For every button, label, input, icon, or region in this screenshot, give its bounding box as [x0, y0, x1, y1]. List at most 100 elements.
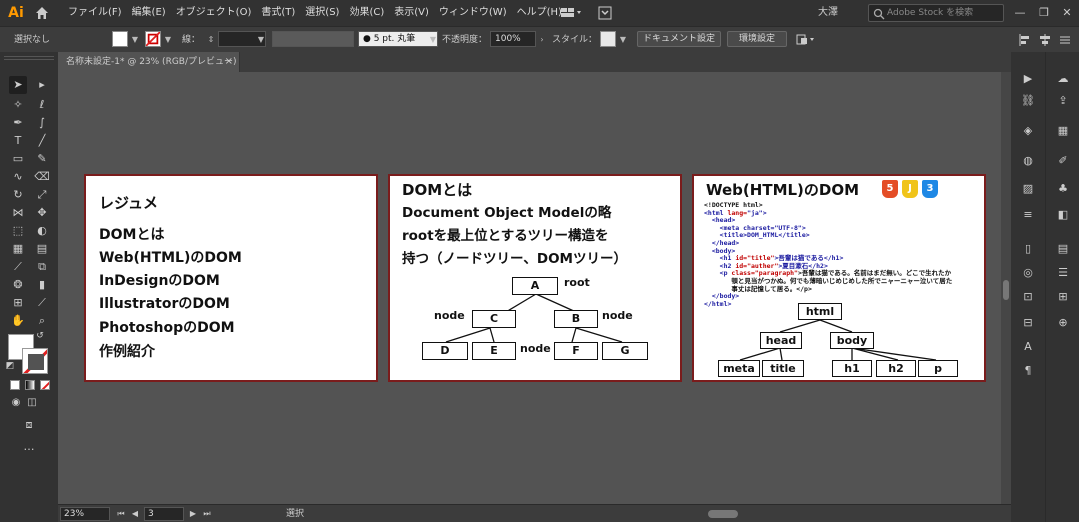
brush-definition[interactable]: ● 5 pt. 丸筆	[358, 31, 438, 47]
width-tool-icon[interactable]: ⋈	[9, 204, 27, 222]
maximize-button[interactable]: ❐	[1032, 0, 1056, 26]
stroke-weight-spinner[interactable]: ⇕	[206, 35, 216, 45]
draw-mode-icon[interactable]: ◫	[25, 396, 39, 410]
stroke-color-box[interactable]	[22, 348, 48, 374]
blend-tool-icon[interactable]: ⧉	[33, 258, 51, 276]
brush-dropdown-icon[interactable]: ▼	[428, 35, 438, 45]
puppet-warp-tool-icon[interactable]: ✥	[33, 204, 51, 222]
toolbar-grip[interactable]	[4, 56, 54, 60]
graphic-styles-icon[interactable]: ◧	[1054, 206, 1072, 224]
artboards-panel-icon[interactable]: ⊞	[1054, 288, 1072, 306]
artboard-html-dom[interactable]: Web(HTML)のDOM 5 J 3 <!DOCTYPE html> <htm…	[692, 174, 986, 382]
perspective-grid-tool-icon[interactable]: ▦	[9, 240, 27, 258]
close-window-button[interactable]: ✕	[1055, 0, 1079, 26]
gradient-tool-icon[interactable]: ▤	[33, 240, 51, 258]
default-fill-stroke-icon[interactable]: ◩	[4, 360, 16, 372]
artboard-resume[interactable]: レジュメ DOMとは Web(HTML)のDOM InDesignのDOM Il…	[84, 174, 378, 382]
magic-wand-tool-icon[interactable]: ✧	[9, 96, 27, 114]
stock-search-field[interactable]: Adobe Stock を検索	[868, 4, 1004, 22]
layers-icon[interactable]: ◈	[1019, 122, 1037, 140]
opacity-field[interactable]: 100%	[490, 31, 536, 47]
scale-tool-icon[interactable]: ⤢	[33, 186, 51, 204]
lasso-tool-icon[interactable]: ℓ	[33, 96, 51, 114]
libraries-icon[interactable]: ☁	[1054, 70, 1072, 88]
minimize-button[interactable]: —	[1008, 0, 1032, 26]
next-artboard-icon[interactable]: ▶	[188, 507, 198, 521]
free-transform-tool-icon[interactable]: ⬚	[9, 222, 27, 240]
menu-window[interactable]: ウィンドウ(W)	[439, 0, 507, 26]
style-dropdown-icon[interactable]: ▼	[618, 35, 628, 45]
stroke-panel-icon[interactable]: ≡	[1019, 206, 1037, 224]
transform-icon[interactable]: ⊡	[1019, 288, 1037, 306]
selection-tool-icon[interactable]: ➤	[9, 76, 27, 94]
play-actions-icon[interactable]: ▶	[1019, 70, 1037, 88]
opacity-arrow-icon[interactable]: ›	[537, 35, 547, 45]
none-mode-icon[interactable]	[40, 380, 50, 390]
document-setup-button[interactable]: ドキュメント設定	[637, 31, 721, 47]
swap-fill-stroke-icon[interactable]: ↺	[34, 330, 46, 342]
slice-tool-icon[interactable]: ⟋	[33, 294, 51, 312]
panel-menu-icon[interactable]	[1058, 33, 1072, 47]
menu-type[interactable]: 書式(T)	[261, 0, 295, 26]
rectangle-tool-icon[interactable]: ▭	[9, 150, 27, 168]
shaper-tool-icon[interactable]: ∿	[9, 168, 27, 186]
workspace-switcher-icon[interactable]	[560, 6, 584, 20]
stroke-weight-dropdown-icon[interactable]: ▼	[256, 35, 266, 45]
pen-tool-icon[interactable]: ✒	[9, 114, 27, 132]
artboard-dom-intro[interactable]: DOMとは Document Object Modelの略 rootを最上位とす…	[388, 174, 682, 382]
hand-tool-icon[interactable]: ✋	[9, 312, 27, 330]
arrange-icon[interactable]	[796, 33, 816, 47]
pathfinder-icon[interactable]: ◍	[1019, 152, 1037, 170]
vertical-scrollbar[interactable]	[1001, 72, 1011, 504]
brushes-icon[interactable]: ✐	[1054, 152, 1072, 170]
properties-icon[interactable]: ☰	[1054, 264, 1072, 282]
arrange-documents-icon[interactable]	[598, 6, 612, 20]
line-tool-icon[interactable]: ╱	[33, 132, 51, 150]
zoom-tool-icon[interactable]: ⌕	[33, 312, 51, 330]
last-artboard-icon[interactable]: ⏭	[202, 507, 212, 521]
navigator-icon[interactable]: ⊕	[1054, 314, 1072, 332]
fill-color-swatch[interactable]	[112, 31, 128, 47]
curvature-tool-icon[interactable]: ∫	[33, 114, 51, 132]
graphic-style-swatch[interactable]	[600, 31, 616, 47]
rotate-tool-icon[interactable]: ↻	[9, 186, 27, 204]
preferences-button[interactable]: 環境設定	[727, 31, 787, 47]
shape-builder-tool-icon[interactable]: ◐	[33, 222, 51, 240]
type-tool-icon[interactable]: T	[9, 132, 27, 150]
align-center-icon[interactable]	[1038, 33, 1052, 47]
home-icon[interactable]	[34, 5, 50, 21]
column-graph-tool-icon[interactable]: ▮	[33, 276, 51, 294]
gradient-panel-icon[interactable]: ▤	[1054, 240, 1072, 258]
links-icon[interactable]: ⛓	[1019, 92, 1037, 110]
direct-selection-tool-icon[interactable]: ▸	[33, 76, 51, 94]
transparency-icon[interactable]: ▯	[1019, 240, 1037, 258]
previous-artboard-icon[interactable]: ◀	[130, 507, 140, 521]
horizontal-scroll-thumb[interactable]	[708, 510, 738, 518]
fill-dropdown-icon[interactable]: ▼	[130, 35, 140, 45]
menu-file[interactable]: ファイル(F)	[68, 0, 122, 26]
zoom-level-field[interactable]: 23%	[60, 507, 110, 521]
asset-export-icon[interactable]: ⇪	[1054, 92, 1072, 110]
paragraph-panel-icon[interactable]: ¶	[1019, 362, 1037, 380]
artboard-tool-icon[interactable]: ⊞	[9, 294, 27, 312]
symbols-icon[interactable]: ♣	[1054, 180, 1072, 198]
gradient-mode-icon[interactable]	[25, 380, 35, 390]
stroke-dropdown-icon[interactable]: ▼	[163, 35, 173, 45]
draw-normal-icon[interactable]: ◉	[9, 396, 23, 410]
align-left-icon[interactable]	[1018, 33, 1032, 47]
eyedropper-tool-icon[interactable]: ⟋	[9, 258, 27, 276]
document-tab[interactable]: 名称未設定-1* @ 23% (RGB/プレビュー) ×	[58, 52, 240, 72]
align-panel-icon[interactable]: ⊟	[1019, 314, 1037, 332]
eraser-tool-icon[interactable]: ⌫	[33, 168, 51, 186]
menu-help[interactable]: ヘルプ(H)	[517, 0, 562, 26]
paintbrush-tool-icon[interactable]: ✎	[33, 150, 51, 168]
menu-view[interactable]: 表示(V)	[394, 0, 429, 26]
vertical-scroll-thumb[interactable]	[1003, 280, 1009, 300]
user-name[interactable]: 大澤	[818, 0, 838, 26]
menu-object[interactable]: オブジェクト(O)	[176, 0, 252, 26]
appearance-icon[interactable]: ◎	[1019, 264, 1037, 282]
variable-width-profile[interactable]	[272, 31, 354, 47]
symbol-sprayer-tool-icon[interactable]: ❂	[9, 276, 27, 294]
menu-select[interactable]: 選択(S)	[305, 0, 339, 26]
first-artboard-icon[interactable]: ⏮	[116, 507, 126, 521]
